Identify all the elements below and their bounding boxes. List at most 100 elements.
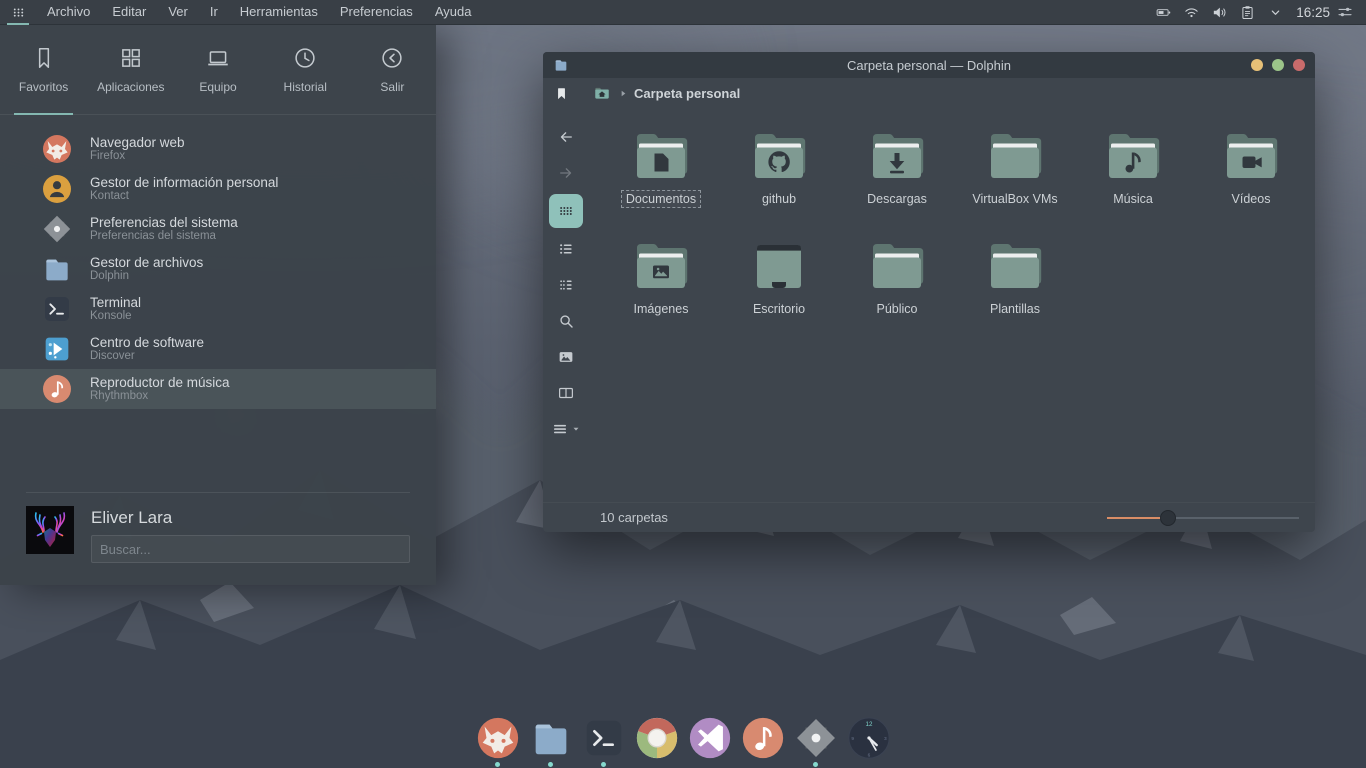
breadcrumb-arrow-icon bbox=[618, 88, 629, 99]
menu-item[interactable]: Herramientas bbox=[229, 0, 329, 24]
toolbar-button[interactable] bbox=[551, 342, 581, 372]
menu-item[interactable]: Preferencias bbox=[329, 0, 424, 24]
menu-item[interactable]: Ayuda bbox=[424, 0, 483, 24]
folder-item[interactable]: Público bbox=[838, 232, 956, 342]
clock[interactable]: 16:25 bbox=[1296, 5, 1330, 20]
tray-icon[interactable] bbox=[1267, 4, 1284, 21]
app-title: Terminal bbox=[90, 295, 141, 311]
global-menubar: Archivo Editar Ver Ir Herramientas Prefe… bbox=[0, 0, 1366, 25]
tray-icon[interactable] bbox=[1183, 4, 1200, 21]
folder-item[interactable]: Documentos bbox=[602, 122, 720, 232]
app-list-item[interactable]: Gestor de información personal Kontact bbox=[0, 169, 436, 209]
location-bar: Carpeta personal bbox=[543, 78, 1315, 108]
tab-label: Equipo bbox=[199, 80, 236, 94]
toolbar-button[interactable] bbox=[551, 378, 581, 408]
folder-item[interactable]: github bbox=[720, 122, 838, 232]
launcher-grid-icon bbox=[11, 5, 26, 20]
launcher-tab[interactable]: Salir bbox=[349, 25, 436, 114]
tray-icon[interactable] bbox=[1155, 4, 1172, 21]
toolbar-button[interactable] bbox=[551, 270, 581, 300]
menu-item[interactable]: Archivo bbox=[36, 0, 101, 24]
tab-icon bbox=[205, 45, 231, 71]
dock-item[interactable] bbox=[634, 715, 680, 767]
folder-item[interactable]: Imágenes bbox=[602, 232, 720, 342]
zoom-slider[interactable] bbox=[1107, 503, 1299, 533]
dock-item[interactable] bbox=[475, 715, 521, 767]
dock-item[interactable] bbox=[846, 715, 892, 767]
toolbar-button[interactable] bbox=[551, 306, 581, 336]
window-folder-icon bbox=[553, 57, 569, 73]
tray-icon[interactable] bbox=[1239, 4, 1256, 21]
folder-item[interactable]: Plantillas bbox=[956, 232, 1074, 342]
user-area: Eliver Lara bbox=[26, 492, 410, 585]
app-list-item[interactable]: Navegador web Firefox bbox=[0, 129, 436, 169]
sliders-icon[interactable] bbox=[1336, 1, 1358, 23]
folder-icon bbox=[747, 122, 811, 186]
toolbar-button[interactable] bbox=[551, 234, 581, 264]
dock-app-icon bbox=[740, 715, 786, 761]
dock-app-icon bbox=[634, 715, 680, 761]
dock bbox=[0, 715, 1366, 767]
tab-label: Favoritos bbox=[19, 80, 68, 94]
app-list-item[interactable]: Preferencias del sistema Preferencias de… bbox=[0, 209, 436, 249]
launcher-tabs: Favoritos Aplicaciones Equipo Historial bbox=[0, 25, 436, 115]
minimize-button[interactable] bbox=[1251, 59, 1263, 71]
folder-icon bbox=[1101, 122, 1165, 186]
bookmark-icon[interactable] bbox=[554, 86, 569, 101]
menu-item[interactable]: Editar bbox=[101, 0, 157, 24]
app-list-item[interactable]: Reproductor de música Rhythmbox bbox=[0, 369, 436, 409]
dock-app-icon bbox=[581, 715, 627, 761]
dock-app-icon bbox=[475, 715, 521, 761]
folder-icon bbox=[865, 232, 929, 296]
app-list-item[interactable]: Gestor de archivos Dolphin bbox=[0, 249, 436, 289]
dock-app-icon bbox=[793, 715, 839, 761]
folder-label: Escritorio bbox=[748, 300, 810, 318]
app-launcher-button[interactable] bbox=[0, 0, 36, 25]
statusbar: 10 carpetas bbox=[543, 502, 1315, 532]
avatar[interactable] bbox=[26, 506, 74, 554]
dock-item[interactable] bbox=[740, 715, 786, 767]
app-list-item[interactable]: Centro de software Discover bbox=[0, 329, 436, 369]
folder-item[interactable]: VirtualBox VMs bbox=[956, 122, 1074, 232]
favorites-list: Navegador web Firefox Gestor de informac… bbox=[0, 129, 436, 409]
folder-item[interactable]: Descargas bbox=[838, 122, 956, 232]
breadcrumb[interactable]: Carpeta personal bbox=[593, 84, 740, 102]
app-icon bbox=[41, 293, 73, 325]
folder-icon bbox=[865, 122, 929, 186]
dock-item[interactable] bbox=[687, 715, 733, 767]
toolbar-button[interactable] bbox=[549, 194, 583, 228]
app-subtitle: Dolphin bbox=[90, 270, 203, 283]
launcher-tab[interactable]: Aplicaciones bbox=[87, 25, 174, 114]
toolbar-button[interactable] bbox=[551, 122, 581, 152]
search-input[interactable] bbox=[91, 535, 410, 563]
titlebar[interactable]: Carpeta personal — Dolphin bbox=[543, 52, 1315, 78]
dock-item[interactable] bbox=[581, 715, 627, 767]
launcher-tab[interactable]: Favoritos bbox=[0, 25, 87, 114]
folder-item[interactable]: Vídeos bbox=[1192, 122, 1310, 232]
launcher-tab[interactable]: Historial bbox=[262, 25, 349, 114]
running-indicator bbox=[495, 762, 500, 767]
zoom-slider-handle[interactable] bbox=[1160, 510, 1176, 526]
tab-label: Historial bbox=[284, 80, 327, 94]
dock-item[interactable] bbox=[528, 715, 574, 767]
app-subtitle: Konsole bbox=[90, 310, 141, 323]
folder-item[interactable]: Música bbox=[1074, 122, 1192, 232]
toolbar-button[interactable] bbox=[545, 414, 587, 444]
maximize-button[interactable] bbox=[1272, 59, 1284, 71]
folder-view: Documentos github bbox=[589, 108, 1315, 502]
toolbar-button[interactable] bbox=[551, 158, 581, 188]
dock-item[interactable] bbox=[793, 715, 839, 767]
menu-item[interactable]: Ir bbox=[199, 0, 229, 24]
close-button[interactable] bbox=[1293, 59, 1305, 71]
app-subtitle: Firefox bbox=[90, 150, 185, 163]
tray-icon[interactable] bbox=[1211, 4, 1228, 21]
launcher-tab[interactable]: Equipo bbox=[174, 25, 261, 114]
folder-icon bbox=[629, 232, 693, 296]
folder-label: Descargas bbox=[862, 190, 932, 208]
menu-item[interactable]: Ver bbox=[157, 0, 199, 24]
app-subtitle: Rhythmbox bbox=[90, 390, 230, 403]
app-list-item[interactable]: Terminal Konsole bbox=[0, 289, 436, 329]
tab-label: Salir bbox=[380, 80, 404, 94]
folder-item[interactable]: Escritorio bbox=[720, 232, 838, 342]
dock-app-icon bbox=[846, 715, 892, 761]
